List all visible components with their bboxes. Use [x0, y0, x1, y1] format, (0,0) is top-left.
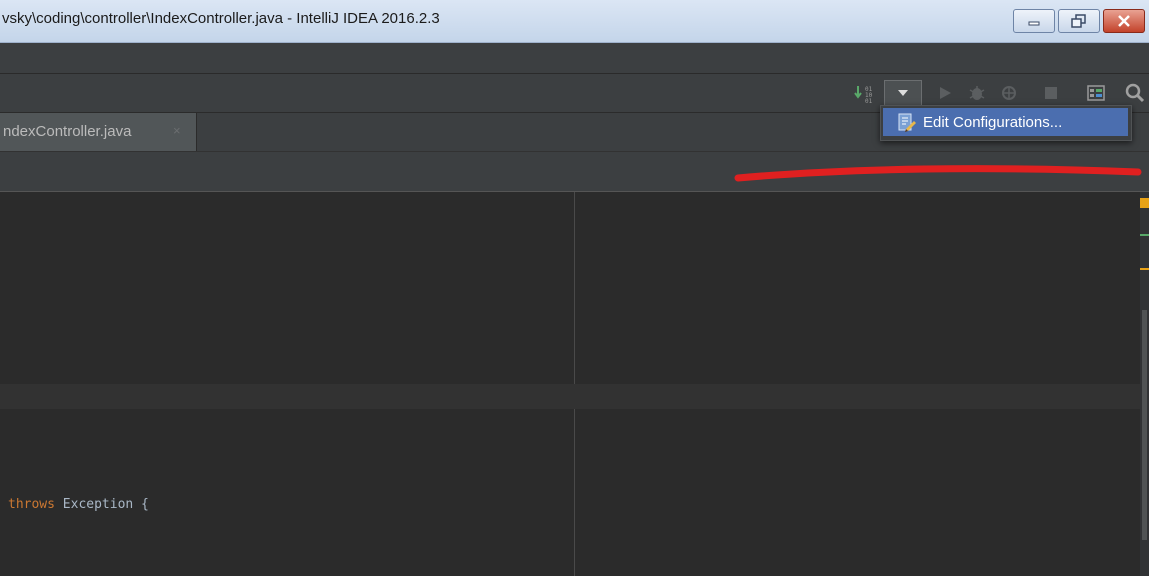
chevron-down-icon [898, 90, 908, 96]
tab-label: ndexController.java [3, 123, 132, 140]
menu-bar [0, 43, 1149, 74]
restore-icon [1071, 14, 1086, 28]
edit-configurations-label: Edit Configurations... [923, 113, 1063, 131]
editor-scroll-gutter[interactable] [1140, 192, 1149, 576]
edit-configurations-icon [898, 113, 916, 132]
close-icon [1118, 15, 1130, 27]
warning-stripe[interactable] [1140, 268, 1149, 270]
warning-marker[interactable] [1140, 198, 1149, 208]
scrollbar-thumb[interactable] [1142, 310, 1147, 540]
minimize-icon [1028, 21, 1040, 26]
coverage-icon [1002, 86, 1016, 100]
caret-row-highlight [0, 384, 1140, 409]
svg-text:01: 01 [865, 98, 873, 103]
window-title: vsky\coding\controller\IndexController.j… [2, 10, 440, 27]
stop-button[interactable] [1038, 81, 1064, 105]
run-configuration-dropdown: Edit Configurations... [880, 105, 1132, 141]
tab-index-controller[interactable]: ndexController.java × [0, 113, 197, 151]
edit-configurations-menu-item[interactable]: Edit Configurations... [883, 108, 1128, 136]
debug-button[interactable] [964, 81, 990, 105]
tab-close-icon[interactable]: × [173, 123, 181, 138]
red-annotation-stroke [734, 165, 1142, 182]
keyword-throws: throws [8, 497, 55, 512]
project-structure-button[interactable] [1083, 81, 1109, 105]
run-configuration-selector[interactable] [884, 80, 922, 106]
run-icon [940, 87, 951, 99]
search-icon [1125, 83, 1145, 103]
coverage-button[interactable] [996, 81, 1022, 105]
debug-icon [969, 86, 985, 100]
binary-data-icon: 01 10 01 [854, 86, 873, 103]
restore-button[interactable] [1058, 9, 1100, 33]
run-button[interactable] [932, 81, 958, 105]
window-controls [1013, 9, 1145, 33]
binary-data-button[interactable]: 01 10 01 [853, 81, 879, 105]
project-structure-icon [1087, 85, 1105, 101]
change-marker[interactable] [1140, 234, 1149, 236]
stop-icon [1045, 87, 1057, 99]
close-window-button[interactable] [1103, 9, 1145, 33]
window-titlebar: vsky\coding\controller\IndexController.j… [0, 0, 1149, 43]
code-line: throws Exception { [8, 497, 149, 512]
code-text: Exception { [54, 497, 149, 512]
minimize-button[interactable] [1013, 9, 1055, 33]
search-everywhere-button[interactable] [1122, 81, 1148, 105]
